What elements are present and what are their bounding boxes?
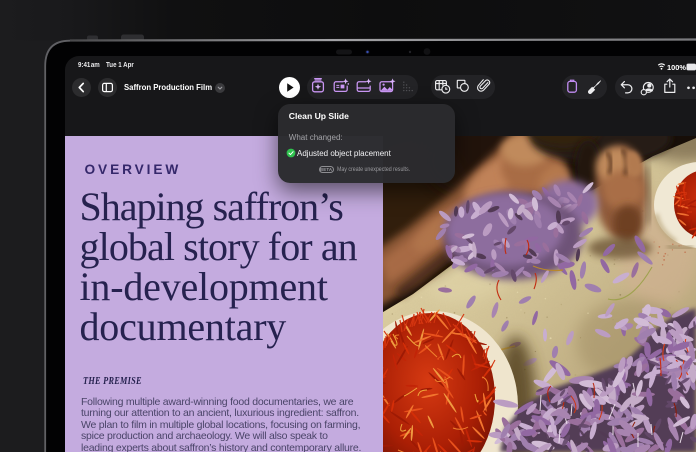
svg-text:100%: 100% — [667, 63, 686, 72]
